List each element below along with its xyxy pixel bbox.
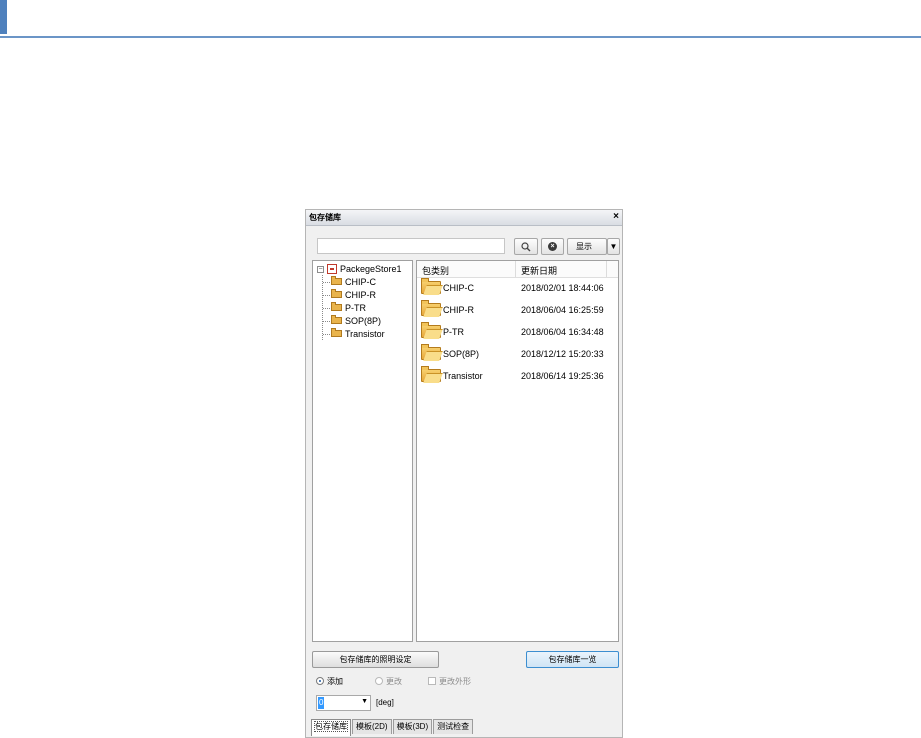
- list-row[interactable]: Transistor 2018/06/14 19:25:36: [419, 366, 615, 386]
- header-accent-mark: [0, 0, 7, 34]
- list-row[interactable]: P-TR 2018/06/04 16:34:48: [419, 322, 615, 342]
- folder-icon: [331, 289, 342, 298]
- tree-item[interactable]: CHIP-R: [323, 288, 385, 301]
- list-row[interactable]: SOP(8P) 2018/12/12 15:20:33: [419, 344, 615, 364]
- row-date: 2018/02/01 18:44:06: [521, 283, 604, 293]
- tree-children: CHIP-C CHIP-R P-TR SOP(8P) Transistor: [322, 275, 385, 340]
- row-date: 2018/12/12 15:20:33: [521, 349, 604, 359]
- lighting-settings-button[interactable]: 包存储库的照明设定: [312, 651, 439, 668]
- search-icon: [521, 241, 531, 251]
- angle-unit: [deg]: [376, 698, 394, 707]
- folder-icon: [421, 278, 441, 294]
- package-tree: − PackegeStore1 CHIP-C CHIP-R P-TR SOP(8…: [312, 260, 413, 642]
- panel-titlebar: 包存储库 ×: [306, 210, 622, 226]
- add-radio[interactable]: [316, 677, 324, 685]
- package-list: 包类别 更新日期 CHIP-C 2018/02/01 18:44:06 CHIP…: [416, 260, 619, 642]
- column-header-category[interactable]: 包类别: [422, 264, 449, 277]
- tree-item-label: CHIP-C: [345, 276, 376, 287]
- change-label: 更改: [386, 676, 402, 686]
- search-input[interactable]: [317, 238, 505, 254]
- folder-icon: [331, 315, 342, 324]
- document-header-bar: [0, 0, 921, 38]
- column-header-updated[interactable]: 更新日期: [521, 264, 557, 277]
- row-name: CHIP-C: [443, 283, 474, 293]
- folder-icon: [331, 328, 342, 337]
- tree-item-label: CHIP-R: [345, 289, 376, 300]
- clear-button[interactable]: ×: [541, 238, 564, 255]
- chevron-down-icon: ▼: [609, 242, 618, 251]
- tab-template-3d[interactable]: 模板(3D): [392, 719, 433, 734]
- change-option[interactable]: 更改: [375, 675, 402, 687]
- column-divider[interactable]: [606, 261, 607, 277]
- chevron-down-icon[interactable]: ▼: [361, 698, 368, 705]
- folder-icon: [421, 300, 441, 316]
- tree-root[interactable]: − PackegeStore1: [317, 263, 402, 275]
- change-shape-option[interactable]: 更改外形: [428, 675, 471, 687]
- row-date: 2018/06/04 16:34:48: [521, 327, 604, 337]
- display-dropdown-button[interactable]: ▼: [607, 238, 620, 255]
- tree-item-label: P-TR: [345, 302, 366, 313]
- row-date: 2018/06/04 16:25:59: [521, 305, 604, 315]
- change-shape-checkbox[interactable]: [428, 677, 436, 685]
- close-icon[interactable]: ×: [613, 211, 619, 222]
- list-row[interactable]: CHIP-R 2018/06/04 16:25:59: [419, 300, 615, 320]
- folder-icon: [421, 344, 441, 360]
- folder-icon: [421, 366, 441, 382]
- tree-item[interactable]: Transistor: [323, 327, 385, 340]
- tree-root-label: PackegeStore1: [340, 264, 402, 274]
- row-name: P-TR: [443, 327, 464, 337]
- package-store-icon: [327, 264, 337, 274]
- row-name: SOP(8P): [443, 349, 480, 359]
- tree-item[interactable]: CHIP-C: [323, 275, 385, 288]
- search-button[interactable]: [514, 238, 538, 255]
- tree-item[interactable]: SOP(8P): [323, 314, 385, 327]
- tree-item-label: SOP(8P): [345, 315, 382, 326]
- package-store-panel: 包存储库 × × 显示 ▼ − PackegeStore1 CHIP-C CHI…: [305, 209, 623, 738]
- clear-icon: ×: [548, 242, 557, 251]
- tab-template-2d[interactable]: 模板(2D): [352, 719, 392, 734]
- tab-package-store[interactable]: 包存储库: [311, 719, 351, 736]
- store-list-button[interactable]: 包存储库一览: [526, 651, 619, 668]
- list-row[interactable]: CHIP-C 2018/02/01 18:44:06: [419, 278, 615, 298]
- collapse-icon[interactable]: −: [317, 265, 324, 273]
- tree-item-label: Transistor: [345, 328, 385, 339]
- list-header: 包类别 更新日期: [417, 261, 618, 278]
- panel-title: 包存储库: [309, 213, 341, 222]
- folder-icon: [421, 322, 441, 338]
- tab-test-inspection[interactable]: 测试检查: [433, 719, 474, 734]
- change-shape-label: 更改外形: [439, 676, 471, 686]
- folder-icon: [331, 276, 342, 285]
- change-radio[interactable]: [375, 677, 383, 685]
- angle-combo[interactable]: 0 ▼: [316, 695, 371, 711]
- row-date: 2018/06/14 19:25:36: [521, 371, 604, 381]
- row-name: CHIP-R: [443, 305, 474, 315]
- display-button[interactable]: 显示: [567, 238, 607, 255]
- tab-label: 包存储库: [314, 721, 348, 732]
- folder-icon: [331, 302, 342, 311]
- add-option[interactable]: 添加: [316, 675, 343, 687]
- column-divider[interactable]: [515, 261, 516, 277]
- add-label: 添加: [327, 676, 343, 686]
- angle-value: 0: [318, 697, 325, 709]
- tree-item[interactable]: P-TR: [323, 301, 385, 314]
- row-name: Transistor: [443, 371, 483, 381]
- tab-bar: 包存储库 模板(2D) 模板(3D) 测试检查: [311, 719, 474, 736]
